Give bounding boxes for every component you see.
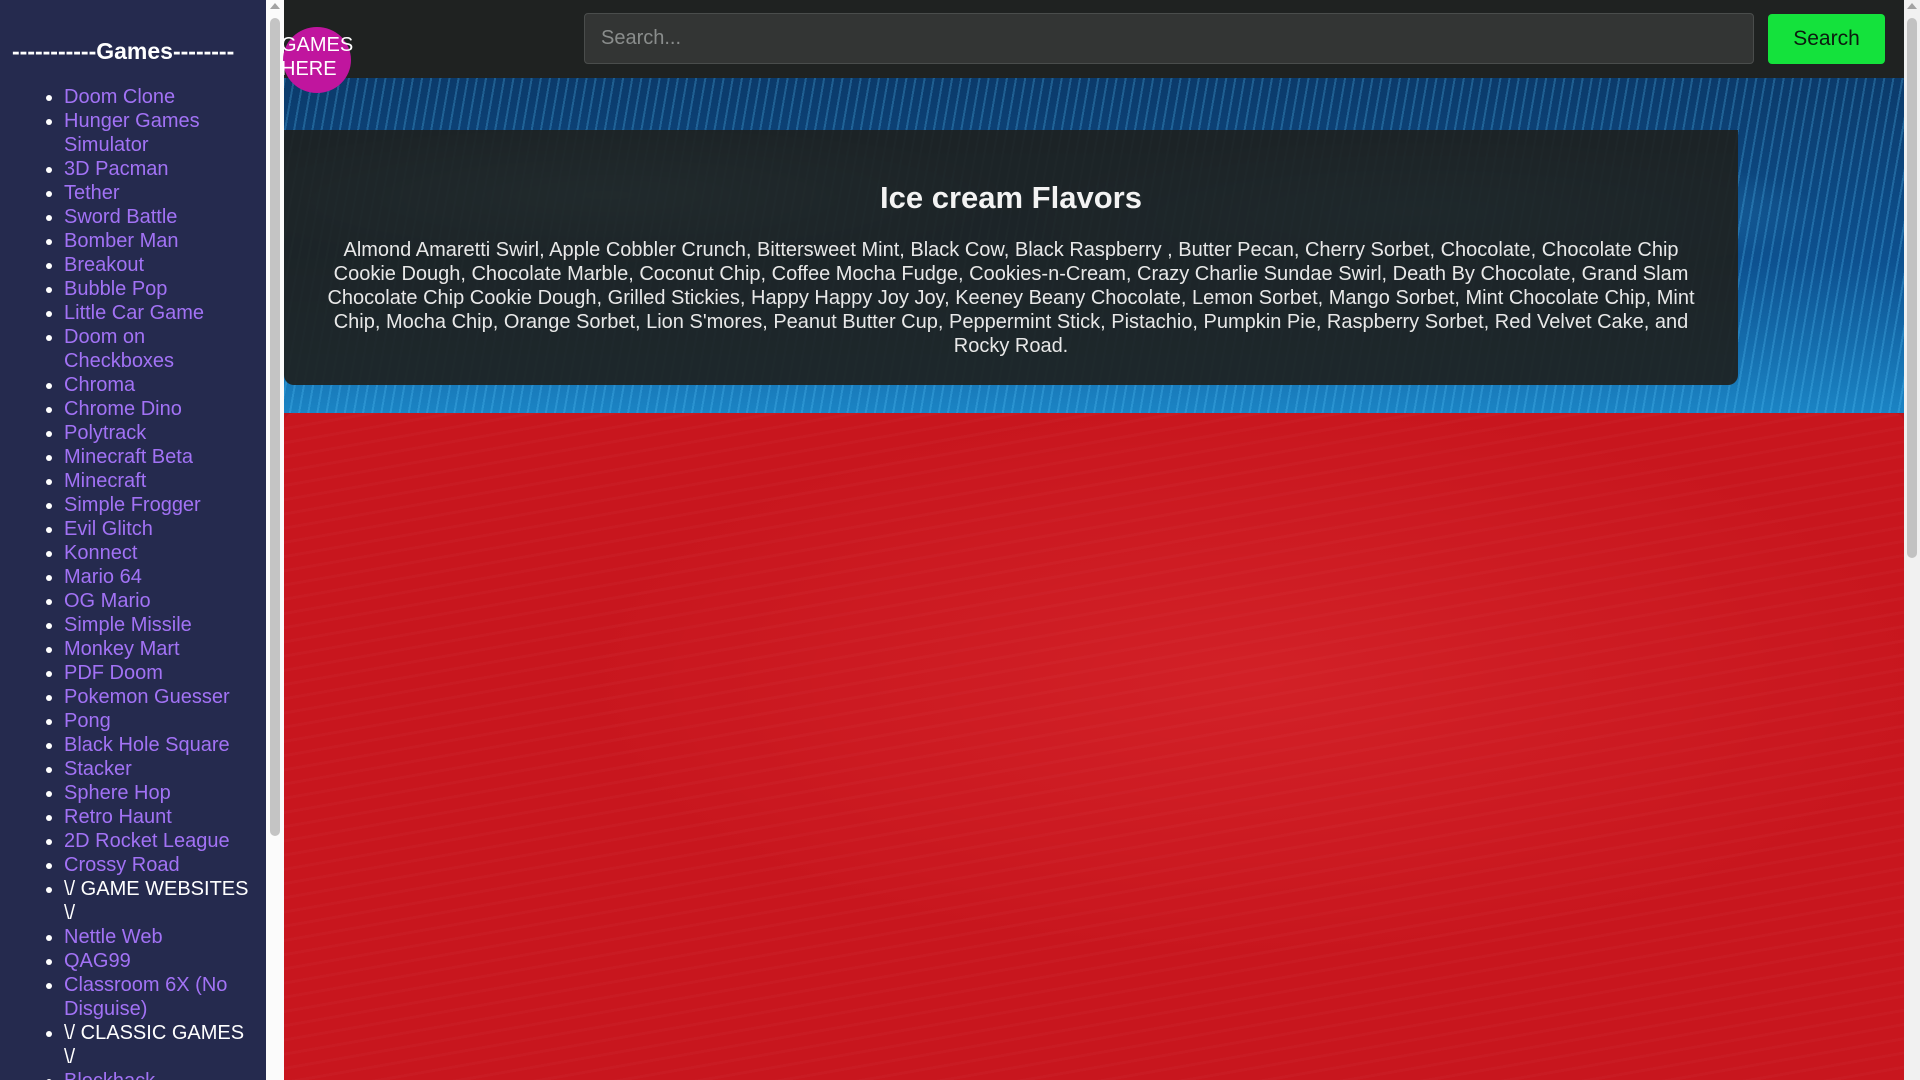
game-link[interactable]: Konnect bbox=[64, 542, 137, 564]
game-link[interactable]: Hunger Games Simulator bbox=[64, 110, 200, 156]
game-link[interactable]: Tether bbox=[64, 182, 120, 204]
scroll-up-arrow-icon[interactable] bbox=[270, 3, 280, 9]
list-item[interactable]: Minecraft Beta bbox=[64, 445, 256, 469]
ice-cream-card: Ice cream Flavors Almond Amaretti Swirl,… bbox=[284, 130, 1738, 385]
list-item[interactable]: Crossy Road bbox=[64, 853, 256, 877]
list-item[interactable]: Monkey Mart bbox=[64, 637, 256, 661]
game-link[interactable]: Retro Haunt bbox=[64, 806, 172, 828]
game-link[interactable]: Black Hole Square bbox=[64, 734, 230, 756]
list-item[interactable]: Bomber Man bbox=[64, 229, 256, 253]
list-item[interactable]: Chrome Dino bbox=[64, 397, 256, 421]
list-item[interactable]: Tether bbox=[64, 181, 256, 205]
list-item[interactable]: Stacker bbox=[64, 757, 256, 781]
game-link[interactable]: Little Car Game bbox=[64, 302, 204, 324]
list-item[interactable]: Black Hole Square bbox=[64, 733, 256, 757]
list-item[interactable]: Minecraft bbox=[64, 469, 256, 493]
game-link[interactable]: 3D Pacman bbox=[64, 158, 169, 180]
game-link[interactable]: Nettle Web bbox=[64, 926, 163, 948]
scroll-up-arrow-icon[interactable] bbox=[1907, 3, 1917, 9]
game-link[interactable]: Monkey Mart bbox=[64, 638, 180, 660]
game-link[interactable]: Pokemon Guesser bbox=[64, 686, 230, 708]
list-item[interactable]: Chroma bbox=[64, 373, 256, 397]
game-link[interactable]: Minecraft Beta bbox=[64, 446, 193, 468]
list-item[interactable]: Hunger Games Simulator bbox=[64, 109, 256, 157]
list-item[interactable]: Doom Clone bbox=[64, 85, 256, 109]
game-link[interactable]: QAG99 bbox=[64, 950, 131, 972]
game-link[interactable]: Pong bbox=[64, 710, 111, 732]
list-item[interactable]: Classroom 6X (No Disguise) bbox=[64, 973, 256, 1021]
search-input[interactable] bbox=[584, 13, 1754, 64]
list-item[interactable]: Nettle Web bbox=[64, 925, 256, 949]
list-item[interactable]: Pong bbox=[64, 709, 256, 733]
game-link[interactable]: Crossy Road bbox=[64, 854, 180, 876]
game-link[interactable]: PDF Doom bbox=[64, 662, 163, 684]
game-link[interactable]: Doom on Checkboxes bbox=[64, 326, 174, 372]
list-item[interactable]: QAG99 bbox=[64, 949, 256, 973]
list-item[interactable]: OG Mario bbox=[64, 589, 256, 613]
game-link[interactable]: Blockhack bbox=[64, 1070, 155, 1080]
game-link[interactable]: Sword Battle bbox=[64, 206, 177, 228]
list-item[interactable]: Konnect bbox=[64, 541, 256, 565]
card-text: Almond Amaretti Swirl, Apple Cobbler Cru… bbox=[327, 239, 1695, 357]
top-search-bar: Search bbox=[284, 0, 1904, 78]
games-sidebar: -----------Games-------- Doom CloneHunge… bbox=[0, 0, 266, 1080]
page-scrollbar[interactable] bbox=[1904, 0, 1920, 1080]
list-item[interactable]: 3D Pacman bbox=[64, 157, 256, 181]
game-frame-area[interactable] bbox=[284, 413, 1904, 1080]
list-heading: \/ CLASSIC GAMES \/ bbox=[64, 1021, 256, 1069]
list-item[interactable]: Evil Glitch bbox=[64, 517, 256, 541]
game-link[interactable]: Chroma bbox=[64, 374, 135, 396]
list-item[interactable]: Retro Haunt bbox=[64, 805, 256, 829]
sidebar-title: -----------Games-------- bbox=[12, 38, 235, 64]
search-button[interactable]: Search bbox=[1768, 14, 1885, 64]
list-item[interactable]: Pokemon Guesser bbox=[64, 685, 256, 709]
list-item[interactable]: Sword Battle bbox=[64, 205, 256, 229]
game-link[interactable]: Bomber Man bbox=[64, 230, 179, 252]
game-link[interactable]: Evil Glitch bbox=[64, 518, 153, 540]
list-item[interactable]: PDF Doom bbox=[64, 661, 256, 685]
game-link[interactable]: Mario 64 bbox=[64, 566, 142, 588]
card-title: Ice cream Flavors bbox=[880, 180, 1142, 215]
list-item[interactable]: Blockhack bbox=[64, 1069, 256, 1080]
list-item[interactable]: 2D Rocket League bbox=[64, 829, 256, 853]
games-list: Doom CloneHunger Games Simulator3D Pacma… bbox=[0, 85, 266, 1080]
game-link[interactable]: Doom Clone bbox=[64, 86, 175, 108]
sidebar-scrollbar[interactable] bbox=[266, 0, 284, 1080]
list-item[interactable]: Polytrack bbox=[64, 421, 256, 445]
sidebar-scrollbar-thumb[interactable] bbox=[270, 18, 280, 836]
list-item[interactable]: Bubble Pop bbox=[64, 277, 256, 301]
list-item[interactable]: Sphere Hop bbox=[64, 781, 256, 805]
game-link[interactable]: Classroom 6X (No Disguise) bbox=[64, 974, 227, 1020]
game-link[interactable]: Simple Frogger bbox=[64, 494, 201, 516]
game-link[interactable]: Chrome Dino bbox=[64, 398, 182, 420]
game-link[interactable]: OG Mario bbox=[64, 590, 151, 612]
list-item[interactable]: Doom on Checkboxes bbox=[64, 325, 256, 373]
list-item[interactable]: Little Car Game bbox=[64, 301, 256, 325]
list-item[interactable]: Breakout bbox=[64, 253, 256, 277]
game-link[interactable]: Breakout bbox=[64, 254, 144, 276]
game-link[interactable]: Minecraft bbox=[64, 470, 146, 492]
list-item[interactable]: Simple Missile bbox=[64, 613, 256, 637]
list-item[interactable]: Mario 64 bbox=[64, 565, 256, 589]
page-scrollbar-thumb[interactable] bbox=[1907, 18, 1917, 558]
games-here-label: GAMES HERE bbox=[281, 34, 354, 80]
list-item[interactable]: Simple Frogger bbox=[64, 493, 256, 517]
game-link[interactable]: Bubble Pop bbox=[64, 278, 167, 300]
game-link[interactable]: Simple Missile bbox=[64, 614, 192, 636]
list-heading: \/ GAME WEBSITES \/ bbox=[64, 877, 256, 925]
game-link[interactable]: Polytrack bbox=[64, 422, 146, 444]
game-link[interactable]: Stacker bbox=[64, 758, 132, 780]
game-link[interactable]: Sphere Hop bbox=[64, 782, 171, 804]
game-link[interactable]: 2D Rocket League bbox=[64, 830, 230, 852]
